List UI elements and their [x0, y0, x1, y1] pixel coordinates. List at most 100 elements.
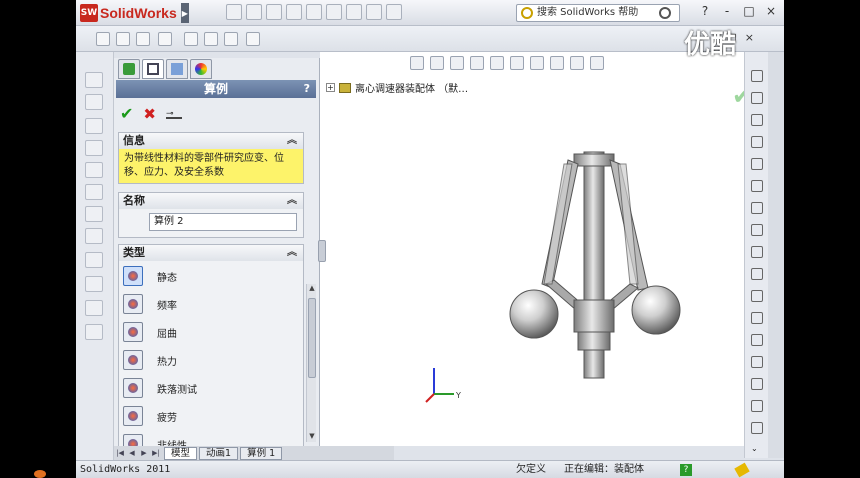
list-icon[interactable]: [116, 32, 130, 46]
scroll-up-icon[interactable]: ▲: [307, 284, 317, 294]
panel-splitter-handle[interactable]: [318, 240, 326, 262]
menu-arrow-icon[interactable]: ▶: [180, 3, 189, 23]
type-drop-test[interactable]: 跌落测试: [123, 377, 197, 399]
app-logo[interactable]: SW SolidWorks ▶: [80, 3, 189, 23]
export-icon[interactable]: [246, 32, 260, 46]
cancel-x-icon[interactable]: ✖: [143, 105, 156, 123]
centerline-icon[interactable]: [751, 334, 763, 346]
compare-icon[interactable]: [85, 276, 103, 292]
configuration-manager-tab[interactable]: [166, 59, 188, 79]
collapse-chevron-icon[interactable]: ︽: [287, 133, 297, 149]
tab-study[interactable]: 算例 1: [240, 446, 283, 460]
name-group: 名称 ︽ 算例 2: [118, 192, 304, 238]
rectangle-icon[interactable]: [751, 136, 763, 148]
text-icon[interactable]: [751, 356, 763, 368]
arc-icon[interactable]: [751, 202, 763, 214]
more-chevron-icon[interactable]: ⌄: [751, 444, 763, 456]
select-icon[interactable]: [326, 4, 342, 20]
help-icon[interactable]: ?: [680, 464, 692, 476]
type-buckling[interactable]: 屈曲: [123, 321, 177, 343]
panel-help-button[interactable]: ?: [304, 80, 310, 98]
report-icon[interactable]: [85, 324, 103, 340]
name-header-label: 名称: [123, 194, 145, 207]
graphics-area[interactable]: + 离心调速器装配体 （默… ✔ ✖: [320, 52, 780, 446]
centrifugal-governor-model[interactable]: Y: [320, 52, 744, 446]
type-thermal[interactable]: 热力: [123, 349, 177, 371]
scroll-thumb[interactable]: [308, 298, 316, 378]
fixture-icon[interactable]: [85, 118, 103, 134]
type-static[interactable]: 静态: [123, 265, 177, 287]
appearance-manager-tab[interactable]: [190, 59, 212, 79]
file-properties-icon[interactable]: [366, 4, 382, 20]
fillet-icon[interactable]: [751, 268, 763, 280]
report-icon[interactable]: [184, 32, 198, 46]
help-button[interactable]: ?: [698, 4, 712, 18]
study-name-input[interactable]: 算例 2: [149, 213, 297, 231]
print-icon[interactable]: [286, 4, 302, 20]
scroll-down-icon[interactable]: ▼: [307, 432, 317, 442]
panel-scrollbar[interactable]: ▲ ▼: [306, 284, 316, 442]
save-icon[interactable]: [266, 4, 282, 20]
offset-icon[interactable]: [751, 400, 763, 412]
sketch-icon[interactable]: [751, 70, 763, 82]
type-fatigue[interactable]: 疲劳: [123, 405, 177, 427]
triad: Y: [425, 368, 461, 403]
contact-icon[interactable]: [85, 184, 103, 200]
run-icon[interactable]: [85, 228, 103, 244]
tag-icon[interactable]: [734, 462, 750, 478]
mirror-icon[interactable]: [751, 422, 763, 434]
last-tab-icon[interactable]: ▶|: [150, 447, 162, 459]
spline-icon[interactable]: [751, 224, 763, 236]
feature-manager-tab[interactable]: [118, 59, 140, 79]
type-label: 频率: [157, 300, 177, 312]
options-icon[interactable]: [386, 4, 402, 20]
connection-icon[interactable]: [85, 162, 103, 178]
point-icon[interactable]: [751, 312, 763, 324]
study-icon[interactable]: [158, 32, 172, 46]
copy-icon[interactable]: [136, 32, 150, 46]
assembly-icon[interactable]: [85, 94, 103, 110]
pin-icon[interactable]: ⊸: [165, 109, 182, 119]
mesh-icon[interactable]: [85, 206, 103, 222]
message-header[interactable]: 信息 ︽: [119, 133, 303, 149]
close-button[interactable]: ×: [764, 4, 778, 18]
table-icon[interactable]: [204, 32, 218, 46]
trim-icon[interactable]: [751, 378, 763, 390]
polygon-icon[interactable]: [751, 290, 763, 302]
part-icon[interactable]: [85, 72, 103, 88]
load-icon[interactable]: [85, 140, 103, 156]
help-search-input[interactable]: 搜索 SolidWorks 帮助: [516, 4, 680, 22]
thermal-study-icon: [123, 350, 143, 370]
undo-icon[interactable]: [306, 4, 322, 20]
type-frequency[interactable]: 频率: [123, 293, 177, 315]
tab-animation[interactable]: 动画1: [199, 446, 239, 460]
minimize-button[interactable]: -: [720, 4, 734, 18]
line-icon[interactable]: [751, 114, 763, 126]
smart-dimension-icon[interactable]: [751, 92, 763, 104]
doc-close-button[interactable]: ×: [745, 31, 754, 44]
type-header[interactable]: 类型 ︽: [119, 245, 303, 261]
next-tab-icon[interactable]: ▶: [138, 447, 150, 459]
collapse-chevron-icon[interactable]: ︽: [287, 245, 297, 261]
ok-check-icon[interactable]: ✔: [120, 104, 133, 123]
type-nonlinear[interactable]: 非线性: [123, 433, 187, 447]
property-manager-panel: 算例 ? ✔ ✖ ⊸ 信息 ︽ 为带线性材料的零部件研究应变、位移、应力、及安全…: [114, 58, 320, 458]
ellipse-icon[interactable]: [751, 246, 763, 258]
name-header[interactable]: 名称 ︽: [119, 193, 303, 209]
tab-model[interactable]: 模型: [164, 446, 198, 460]
prev-tab-icon[interactable]: ◀: [126, 447, 138, 459]
first-tab-icon[interactable]: |◀: [114, 447, 126, 459]
slot-icon[interactable]: [751, 158, 763, 170]
new-document-icon[interactable]: [226, 4, 242, 20]
open-icon[interactable]: [246, 4, 262, 20]
chart-icon[interactable]: [224, 32, 238, 46]
results-icon[interactable]: [85, 252, 103, 268]
search-icon[interactable]: [659, 7, 671, 19]
zoom-icon[interactable]: [96, 32, 110, 46]
property-manager-tab[interactable]: [142, 59, 164, 79]
rebuild-icon[interactable]: [346, 4, 362, 20]
circle-icon[interactable]: [751, 180, 763, 192]
collapse-chevron-icon[interactable]: ︽: [287, 193, 297, 209]
design-check-icon[interactable]: [85, 300, 103, 316]
maximize-button[interactable]: □: [742, 4, 756, 18]
